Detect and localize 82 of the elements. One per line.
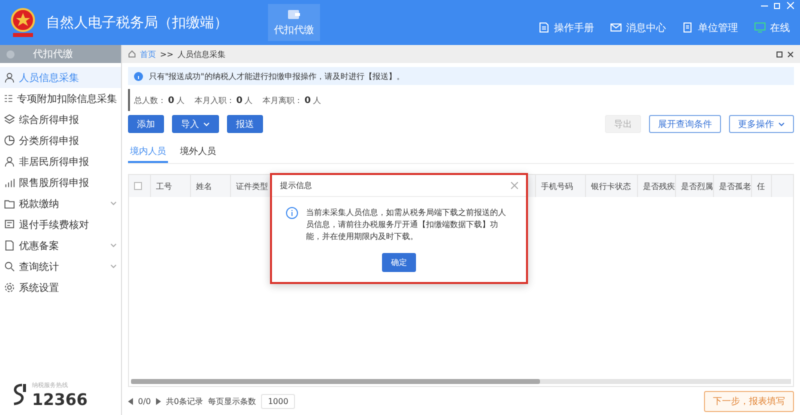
sidebar-item[interactable]: 人员信息采集	[0, 67, 121, 88]
restore-icon[interactable]	[776, 50, 783, 58]
sidebar-item[interactable]: 系统设置	[0, 277, 121, 298]
previous-icon[interactable]	[128, 398, 133, 404]
wallet-icon	[287, 8, 301, 20]
dialog-title: 提示信息	[280, 180, 312, 191]
scrollbar-track[interactable]	[131, 379, 791, 384]
info-icon	[286, 207, 298, 219]
column-header: 是否烈属	[681, 180, 713, 192]
hotline-number: 12366	[32, 390, 88, 409]
tab[interactable]: 境内人员	[128, 143, 168, 163]
document-icon	[4, 240, 15, 251]
sidebar-item[interactable]: 综合所得申报	[0, 109, 121, 130]
sidebar-item[interactable]: 限售股所得申报	[0, 172, 121, 193]
action-button[interactable]: 添加	[128, 115, 164, 133]
header-link[interactable]: 操作手册	[538, 20, 594, 34]
column-header: 姓名	[196, 180, 212, 192]
search-icon	[4, 261, 15, 272]
action-button[interactable]: 报送	[227, 115, 263, 133]
next-step-button[interactable]: 下一步，报表填写	[704, 390, 794, 412]
action-button[interactable]: 展开查询条件	[649, 115, 721, 133]
sidebar-item[interactable]: 非居民所得申报	[0, 151, 121, 172]
header-link[interactable]: 在线	[754, 20, 790, 34]
tab[interactable]: 境外人员	[178, 143, 218, 163]
column-header: 证件类型	[236, 180, 268, 192]
next-icon[interactable]	[156, 398, 161, 404]
document-icon	[538, 22, 550, 33]
mail-icon	[610, 22, 622, 33]
link-label: 单位管理	[698, 22, 738, 34]
breadcrumb-link[interactable]: 首页	[140, 48, 156, 60]
link-label: 在线	[770, 22, 790, 34]
list-icon	[4, 93, 13, 104]
breadcrumb-text: 人员信息采集	[177, 48, 226, 60]
home-icon	[128, 50, 136, 58]
column-header: 手机号码	[541, 180, 573, 192]
person-icon	[4, 156, 15, 167]
person-icon	[4, 72, 15, 83]
link-label: 消息中心	[626, 22, 666, 34]
dialog-message: 当前未采集人员信息，如需从税务局端下载之前报送的人员信息，请前往办税服务厅开通【扣缴端数据下载】功能，并在使用期限内及时下载。	[306, 207, 507, 243]
breadcrumb-text: >>	[160, 50, 174, 58]
layers-icon	[4, 114, 15, 125]
emblem-logo	[10, 6, 36, 38]
page-size-label: 每页显示条数	[208, 396, 256, 406]
notice-text: 只有"报送成功"的纳税人才能进行扣缴申报操作，请及时进行【报送】。	[149, 70, 404, 82]
folder-icon	[4, 198, 15, 209]
nav-tab[interactable]: 代扣代缴	[268, 4, 320, 41]
scrollbar-thumb[interactable]	[131, 379, 540, 384]
circle-icon	[6, 50, 15, 58]
pie-chart-icon	[4, 135, 15, 146]
header-link[interactable]: 消息中心	[610, 20, 666, 34]
confirm-button[interactable]: 确定	[382, 253, 416, 272]
sidebar-item[interactable]: 税款缴纳	[0, 193, 121, 214]
sidebar-item[interactable]: 退付手续费核对	[0, 214, 121, 235]
column-header: 银行卡状态	[591, 180, 631, 192]
close-icon[interactable]	[787, 50, 794, 58]
column-header: 是否孤老	[719, 180, 751, 192]
column-header: 任	[757, 180, 765, 192]
stat-text: 本月入职： 0 人	[194, 94, 253, 106]
column-header: 是否残疾	[643, 180, 675, 192]
page-size-field[interactable]: 1000	[260, 394, 296, 408]
bar-chart-icon	[4, 177, 15, 188]
sidebar-item[interactable]: 专项附加扣除信息采集	[0, 88, 121, 109]
sidebar-item[interactable]: 查询统计	[0, 256, 121, 277]
action-button[interactable]: 更多操作	[729, 115, 794, 133]
stat-text: 本月离职： 0 人	[262, 94, 321, 106]
document-list-icon	[682, 22, 694, 33]
app-title: 自然人电子税务局（扣缴端）	[46, 14, 228, 32]
sidebar-title: 代扣代缴	[33, 48, 73, 61]
header-link[interactable]: 单位管理	[682, 20, 738, 34]
stat-text: 总人数： 0 人	[134, 94, 184, 106]
action-button[interactable]: 导入	[172, 115, 219, 133]
sidebar-item[interactable]: 分类所得申报	[0, 130, 121, 151]
column-header: 工号	[156, 180, 172, 192]
monitor-icon	[754, 22, 766, 33]
sidebar-item[interactable]: 优惠备案	[0, 235, 121, 256]
checklist-icon	[4, 219, 15, 230]
record-count: 共0条记录	[166, 396, 203, 406]
checkbox[interactable]	[134, 182, 142, 190]
link-label: 操作手册	[554, 22, 594, 34]
info-icon	[134, 72, 143, 80]
page-indicator: 0/0	[138, 396, 151, 406]
settings-icon	[4, 282, 15, 293]
